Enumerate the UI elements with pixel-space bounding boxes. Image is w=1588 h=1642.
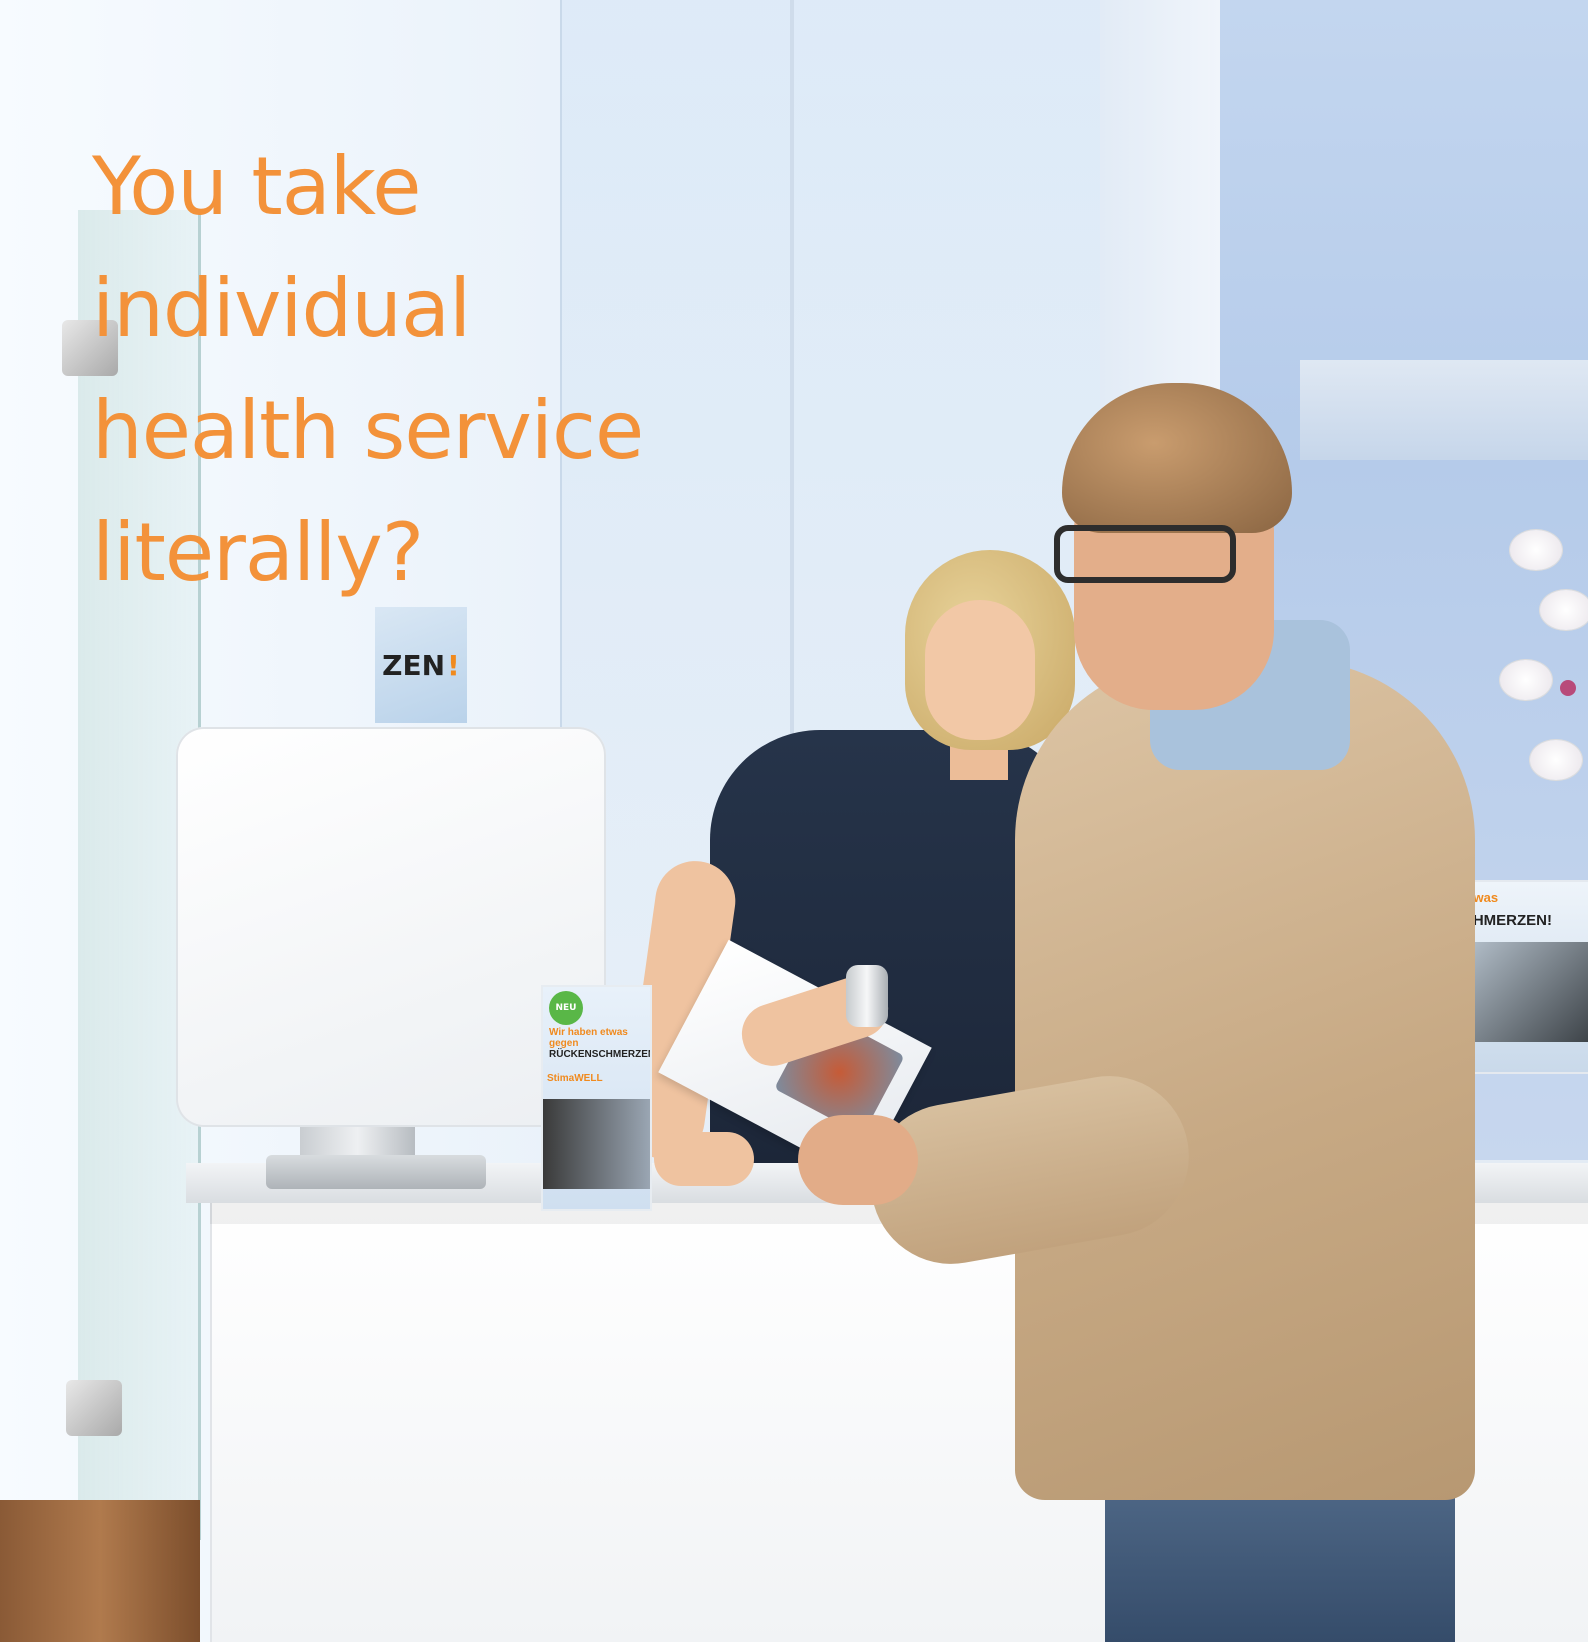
orchid-center-icon (1560, 680, 1576, 696)
flyer-stand: NEU Wir haben etwas gegen RÜCKENSCHMERZE… (541, 985, 652, 1211)
window-shade (1300, 360, 1588, 460)
wooden-floor (0, 1500, 200, 1642)
door-hinge-icon (66, 1380, 122, 1436)
orchid-flower-icon (1540, 590, 1588, 630)
monitor-base (266, 1155, 486, 1189)
poster-image (1458, 942, 1588, 1042)
poster-line-2: CHMERZEN! (1462, 912, 1552, 929)
headline-line-2: individual (92, 262, 471, 355)
wristwatch-icon (846, 965, 888, 1027)
flyer-line-2: gegen (549, 1038, 579, 1049)
flyer-headline: Wir haben etwas gegen RÜCKENSCHMERZEN! (549, 1027, 650, 1060)
background-sign: ZEN! (375, 607, 467, 723)
flyer-line-1: Wir haben etwas (549, 1027, 628, 1038)
flyer-headline-bold: SCHMERZEN (591, 1049, 652, 1060)
headline-line-4: literally? (92, 506, 424, 599)
background-sign-text: ZEN (382, 648, 446, 682)
flyer-photo (543, 1099, 650, 1189)
man-jeans (1105, 1480, 1455, 1642)
flyer-brand: StimaWELL (547, 1073, 603, 1084)
exclamation-mark: ! (447, 648, 460, 682)
orchid-flower-icon (1500, 660, 1552, 700)
glasses-icon (1054, 525, 1236, 583)
new-badge: NEU (549, 991, 583, 1025)
headline-line-3: health service (92, 384, 644, 477)
photo-scene: ZEN! etwas CHMERZEN! NEU Wir haben etwas… (0, 0, 1588, 1642)
man-hand (798, 1115, 918, 1205)
woman-hand (654, 1132, 754, 1186)
headline-line-1: You take (92, 140, 421, 233)
woman-face (925, 600, 1035, 740)
orchid-flower-icon (1510, 530, 1562, 570)
headline: You take individual health service liter… (92, 126, 792, 614)
flyer-headline-plain: RÜCKEN (549, 1049, 592, 1060)
orchid-flower-icon (1530, 740, 1582, 780)
